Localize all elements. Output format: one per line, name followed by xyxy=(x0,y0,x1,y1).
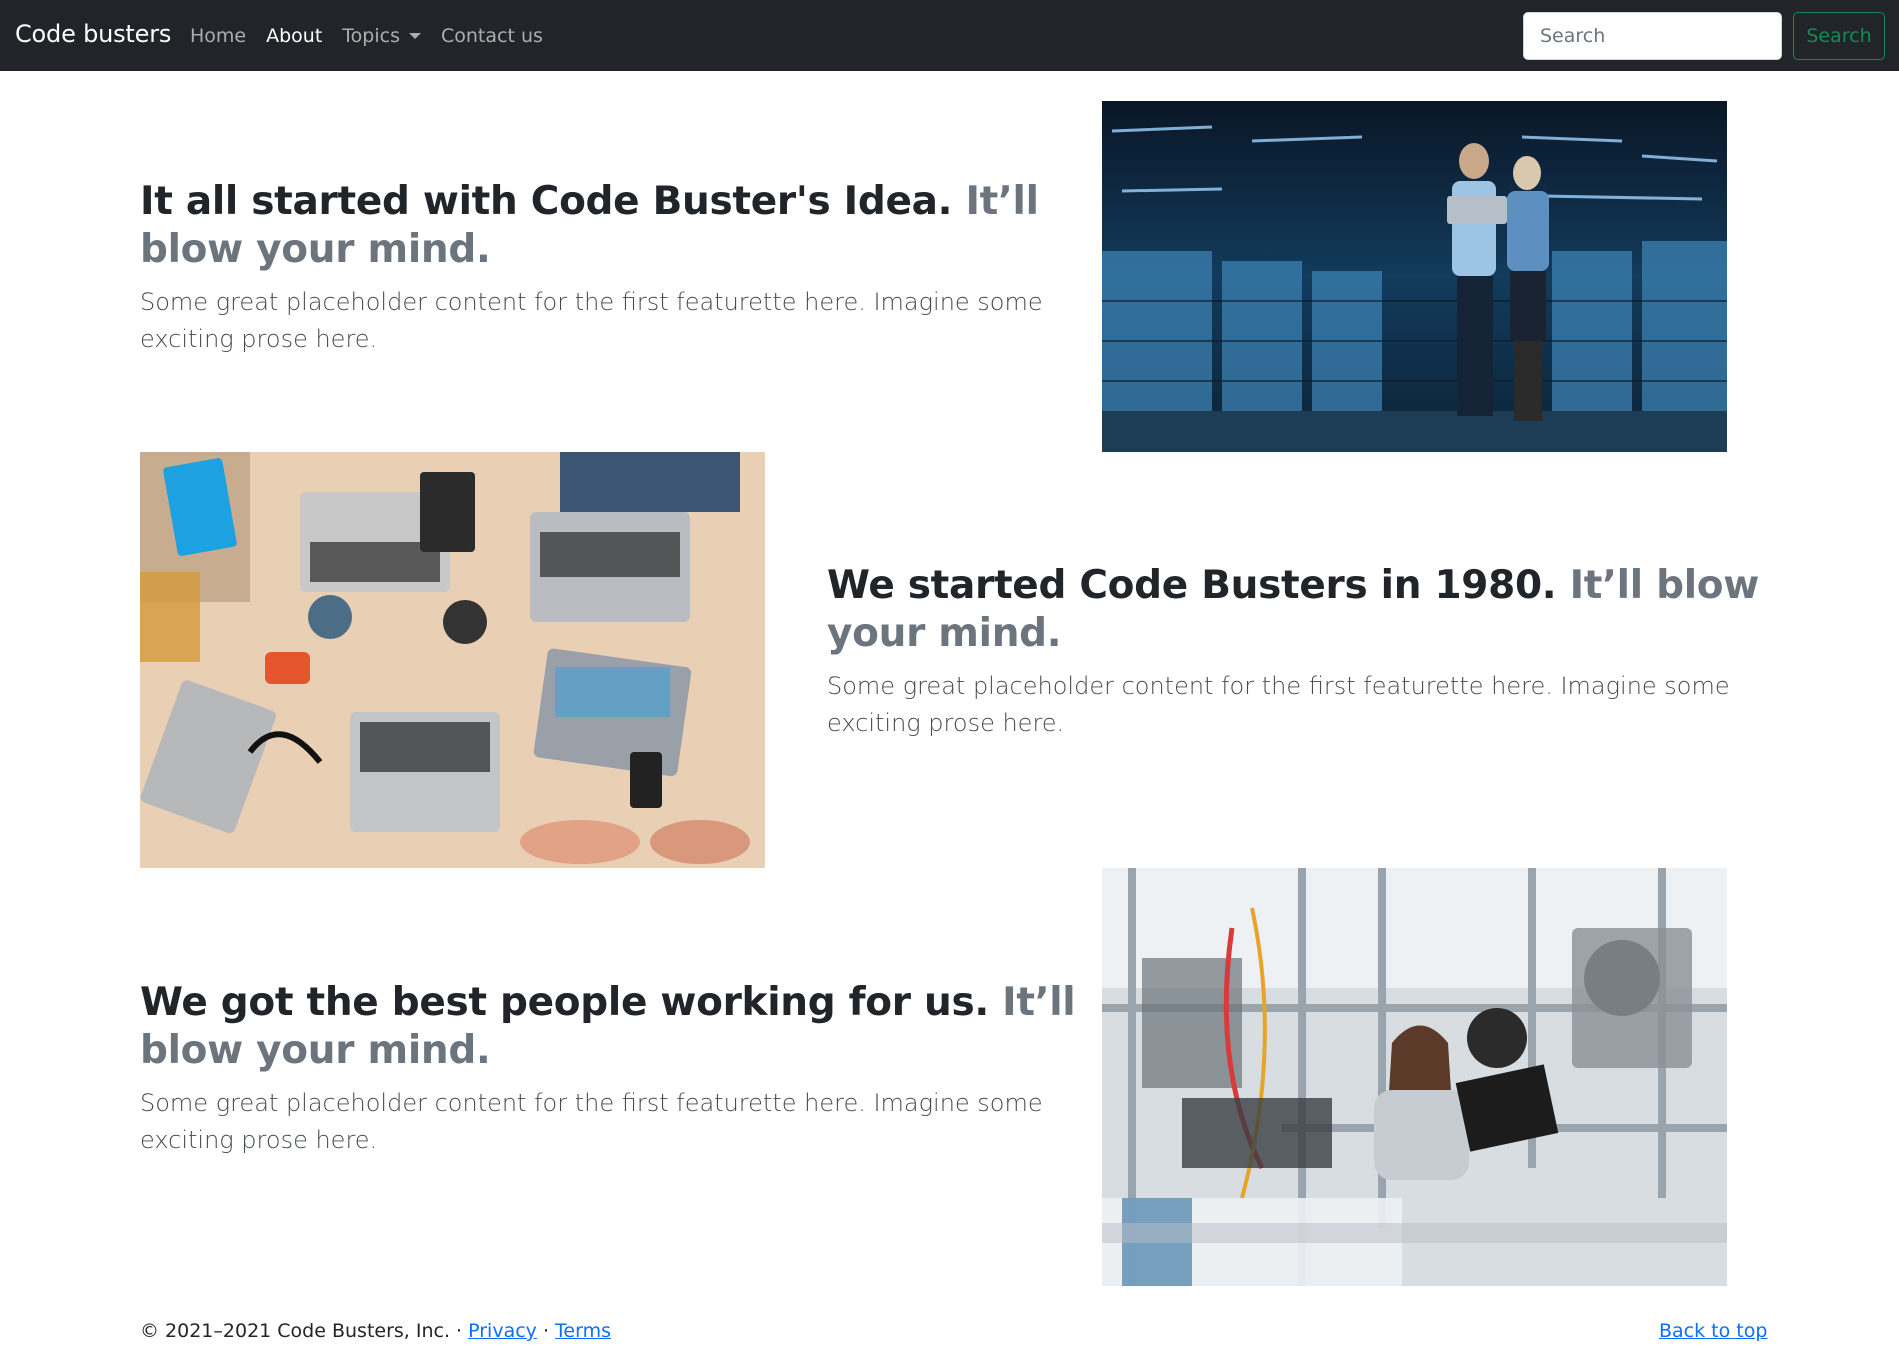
featurette-image-lab xyxy=(1102,868,1727,1286)
footer-copyright: © 2021–2021 Code Busters, Inc. · Privacy… xyxy=(140,1320,611,1342)
chevron-down-icon xyxy=(408,33,421,39)
navbar-brand[interactable]: Code busters xyxy=(15,20,171,48)
featurette-heading: We got the best people working for us. I… xyxy=(140,979,1080,1075)
search-button[interactable]: Search xyxy=(1793,12,1885,60)
nav-links: Home About Topics Contact us xyxy=(190,25,563,47)
featurette-heading-main: We got the best people working for us. xyxy=(140,980,989,1025)
navbar: Code busters Home About Topics Contact u… xyxy=(0,0,1899,71)
search-input[interactable] xyxy=(1523,12,1782,60)
featurette-heading: We started Code Busters in 1980. It’ll b… xyxy=(827,562,1767,658)
copyright-text: © 2021–2021 Code Busters, Inc. · xyxy=(140,1320,469,1342)
featurette-image-desk xyxy=(140,452,765,868)
featurette-lead: Some great placeholder content for the f… xyxy=(140,1089,1043,1154)
featurette-3: We got the best people working for us. I… xyxy=(140,979,1080,1159)
featurette-1: It all started with Code Buster's Idea. … xyxy=(140,178,1080,358)
back-to-top-link[interactable]: Back to top xyxy=(1659,1320,1767,1342)
nav-link-contact[interactable]: Contact us xyxy=(441,25,543,47)
nav-link-home[interactable]: Home xyxy=(190,25,246,47)
nav-link-about[interactable]: About xyxy=(266,25,322,47)
featurette-lead: Some great placeholder content for the f… xyxy=(140,288,1043,353)
nav-link-topics-label: Topics xyxy=(342,25,400,47)
footer-separator: · xyxy=(536,1320,556,1342)
privacy-link[interactable]: Privacy xyxy=(468,1320,537,1342)
nav-link-topics[interactable]: Topics xyxy=(342,25,421,47)
featurette-heading: It all started with Code Buster's Idea. … xyxy=(140,178,1080,274)
featurette-heading-main: It all started with Code Buster's Idea. xyxy=(140,179,953,224)
featurette-image-datacenter xyxy=(1102,101,1727,452)
featurette-2: We started Code Busters in 1980. It’ll b… xyxy=(827,562,1767,742)
terms-link[interactable]: Terms xyxy=(555,1320,611,1342)
featurette-lead: Some great placeholder content for the f… xyxy=(827,672,1730,737)
featurette-heading-main: We started Code Busters in 1980. xyxy=(827,563,1557,608)
